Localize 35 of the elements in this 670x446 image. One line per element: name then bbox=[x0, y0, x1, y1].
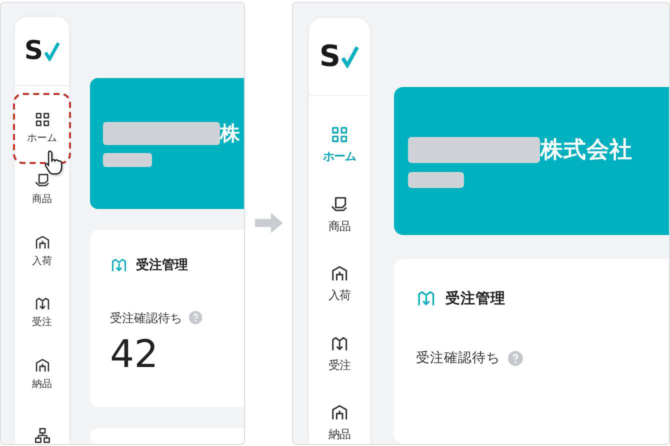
nav-item[interactable]: 商品 bbox=[15, 158, 69, 220]
org-chart-icon bbox=[34, 426, 50, 444]
building-icon bbox=[34, 356, 50, 374]
nav-item[interactable]: 受注 bbox=[308, 318, 370, 388]
card-title: 受注管理 bbox=[446, 289, 506, 308]
card-title: 受注管理 bbox=[136, 256, 188, 274]
redacted-bar bbox=[408, 172, 464, 188]
building-icon bbox=[330, 264, 349, 284]
nav-item[interactable]: 受注 bbox=[15, 282, 69, 343]
redacted-bar bbox=[103, 152, 152, 166]
nav-item[interactable]: 納品 bbox=[308, 388, 370, 444]
help-icon[interactable] bbox=[508, 350, 524, 366]
metric-value: 42 bbox=[110, 331, 160, 378]
building-arrow-icon bbox=[34, 295, 50, 312]
right-arrow-icon bbox=[254, 213, 282, 233]
grid-icon bbox=[34, 111, 50, 128]
box-in-hand-icon bbox=[330, 194, 349, 214]
check-icon bbox=[44, 40, 60, 60]
company-name: 株 bbox=[220, 122, 240, 144]
nav-item[interactable]: 入荷 bbox=[308, 248, 370, 318]
building-icon bbox=[330, 403, 349, 422]
metric-label: 受注確認待ち bbox=[416, 349, 500, 368]
company-name: 株式会社 bbox=[540, 138, 632, 162]
check-icon bbox=[341, 45, 360, 68]
nav-item[interactable]: 入荷 bbox=[15, 220, 69, 282]
metric-label: 受注確認待ち bbox=[110, 310, 182, 326]
help-icon[interactable] bbox=[189, 311, 202, 325]
grid-icon bbox=[330, 125, 349, 144]
nav-item[interactable]: 納品 bbox=[15, 343, 69, 404]
nav-item[interactable]: 商品 bbox=[308, 179, 370, 249]
box-in-hand-icon bbox=[34, 172, 50, 190]
logo-letter: S bbox=[319, 42, 341, 72]
logo-letter: S bbox=[24, 38, 44, 64]
nav-item[interactable]: ホーム bbox=[15, 94, 69, 162]
building-icon bbox=[34, 234, 50, 251]
